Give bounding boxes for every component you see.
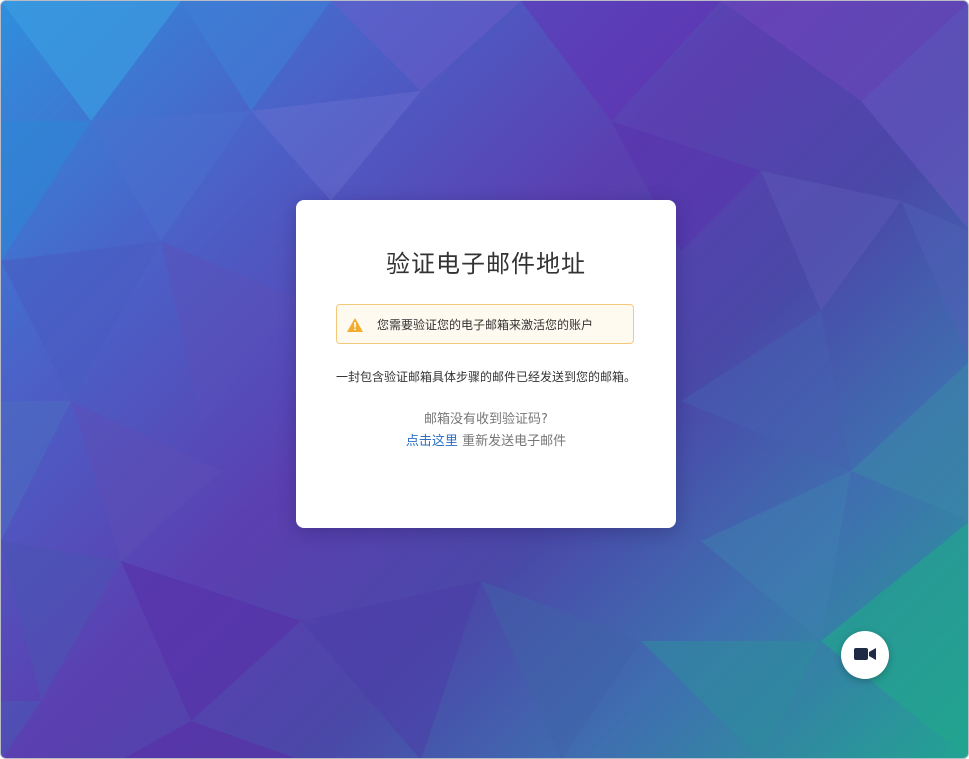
resend-link[interactable]: 点击这里 [406,434,458,449]
alert-text: 您需要验证您的电子邮箱来激活您的账户 [377,317,594,332]
description-text: 一封包含验证邮箱具体步骤的邮件已经发送到您的邮箱。 [335,370,636,384]
resend-line: 点击这里 重新发送电子邮件 [296,430,676,449]
video-call-button[interactable] [841,631,889,679]
warning-icon [347,317,363,332]
verify-email-card: 验证电子邮件地址 您需要验证您的电子邮箱来激活您的账户 一封包含验证邮箱具体步骤… [296,200,676,528]
warning-alert: 您需要验证您的电子邮箱来激活您的账户 [336,304,634,344]
verify-email-page: 验证电子邮件地址 您需要验证您的电子邮箱来激活您的账户 一封包含验证邮箱具体步骤… [0,0,969,759]
video-camera-icon [854,646,876,665]
no-code-question: 邮箱没有收到验证码? [424,412,548,427]
page-title: 验证电子邮件地址 [386,250,586,278]
resend-suffix: 重新发送电子邮件 [457,434,567,449]
